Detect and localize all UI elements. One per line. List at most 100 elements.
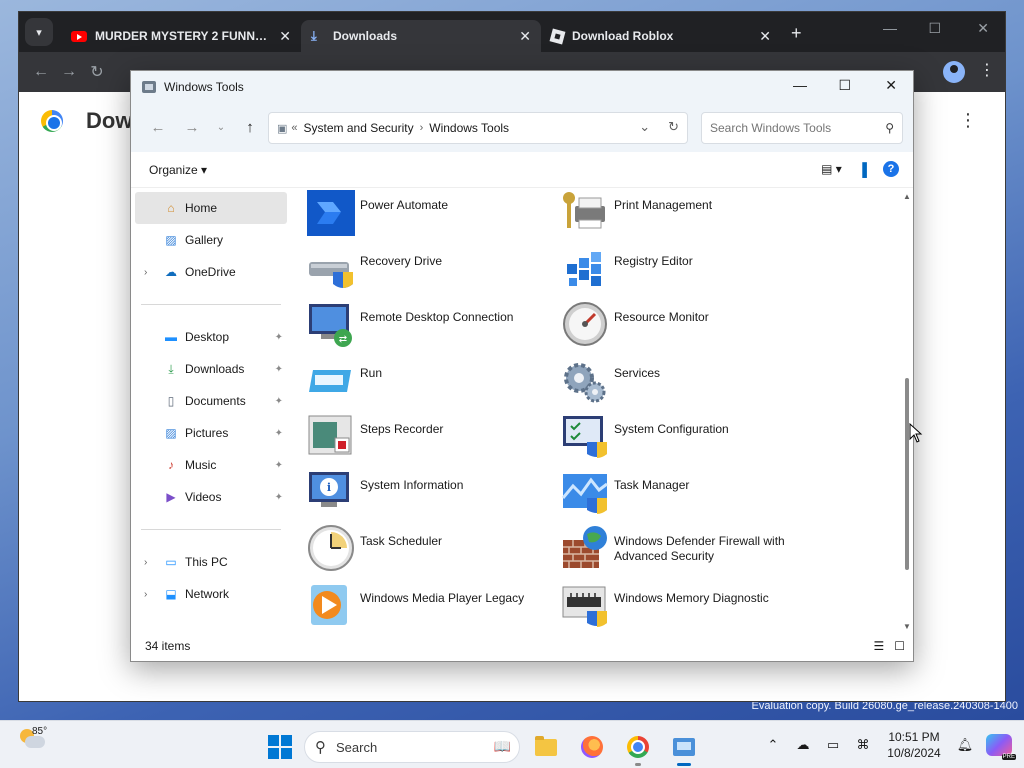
expand-chevron-icon[interactable]: › <box>144 267 147 278</box>
item-label: Services <box>614 366 661 380</box>
reload-icon[interactable]: ↻ <box>83 62 111 82</box>
view-options-icon[interactable]: ▤ ▾ <box>821 162 842 176</box>
sidebar-item-label: Documents <box>185 394 246 408</box>
sidebar-item-downloads[interactable]: ⤓ Downloads ✦ <box>131 353 291 385</box>
details-view-icon[interactable]: ☰ <box>873 639 884 653</box>
tab-downloads[interactable]: ⤓ Downloads ✕ <box>301 20 541 52</box>
weather-widget[interactable]: 85° <box>20 726 47 751</box>
tab-murder-mystery[interactable]: MURDER MYSTERY 2 FUNNY M ✕ <box>61 20 301 52</box>
language-icon[interactable]: ⌘ <box>848 737 878 753</box>
copilot-icon[interactable] <box>986 734 1016 760</box>
show-hidden-icons-chevron-icon[interactable]: ⌃ <box>758 737 788 753</box>
scrollbar-thumb[interactable] <box>905 378 909 570</box>
firefox-taskbar-button[interactable] <box>572 727 612 767</box>
windows-tools-taskbar-button[interactable] <box>664 727 704 767</box>
scroll-down-arrow-icon[interactable]: ▼ <box>903 622 911 631</box>
item-count: 34 items <box>145 639 191 653</box>
search-input[interactable] <box>710 121 886 135</box>
recent-locations-chevron-icon[interactable]: ⌄ <box>209 122 233 133</box>
close-icon[interactable]: ✕ <box>885 77 897 94</box>
sidebar-item-label: OneDrive <box>185 265 236 279</box>
power-automate-icon <box>307 190 355 236</box>
svg-text:⇄: ⇄ <box>339 334 347 345</box>
list-item[interactable]: Registry Editor <box>561 244 811 296</box>
up-arrow-icon[interactable]: ↑ <box>233 119 267 136</box>
list-item[interactable]: Steps Recorder <box>307 412 557 464</box>
vertical-scrollbar[interactable]: ▲ ▼ <box>901 188 913 631</box>
more-icon[interactable]: ⋮ <box>979 60 995 80</box>
maximize-icon[interactable]: ☐ <box>928 20 941 37</box>
start-windows-icon[interactable] <box>262 729 298 765</box>
list-item[interactable]: Services <box>561 356 811 408</box>
sidebar-item-this-pc[interactable]: › ▭ This PC <box>131 546 291 578</box>
chrome-taskbar-button[interactable] <box>618 727 658 767</box>
back-arrow-icon[interactable]: ← <box>27 63 55 81</box>
sidebar-item-videos[interactable]: ▶ Videos ✦ <box>131 481 291 513</box>
list-item[interactable]: Recovery Drive <box>307 244 557 296</box>
address-overflow[interactable]: « <box>291 122 297 134</box>
network-icon[interactable]: ▭ <box>818 737 848 753</box>
forward-arrow-icon[interactable]: → <box>175 119 209 136</box>
expand-chevron-icon[interactable]: › <box>144 589 147 600</box>
help-icon[interactable]: ? <box>883 161 899 177</box>
close-icon[interactable]: ✕ <box>977 20 989 37</box>
sidebar-item-gallery[interactable]: ▨ Gallery <box>131 224 291 256</box>
sidebar-item-music[interactable]: ♪ Music ✦ <box>131 449 291 481</box>
download-favicon-icon: ⤓ <box>311 28 317 43</box>
address-dropdown-chevron-icon[interactable]: ⌄ <box>639 119 650 135</box>
list-item[interactable]: ⇄ Remote Desktop Connection <box>307 300 557 352</box>
expand-chevron-icon[interactable]: › <box>144 557 147 568</box>
file-explorer-taskbar-button[interactable] <box>526 727 566 767</box>
windows-tools-icon <box>673 738 695 756</box>
notification-bell-icon[interactable]: 🔔︎ <box>950 737 980 753</box>
list-item[interactable]: Windows Defender Firewall with Advanced … <box>561 524 811 576</box>
maximize-icon[interactable]: ☐ <box>838 77 851 94</box>
back-arrow-icon[interactable]: ← <box>141 119 175 136</box>
list-item[interactable]: Run <box>307 356 557 408</box>
sidebar-item-pictures[interactable]: ▨ Pictures ✦ <box>131 417 291 449</box>
sidebar-item-documents[interactable]: ▯ Documents ✦ <box>131 385 291 417</box>
minimize-icon[interactable]: — <box>793 77 807 93</box>
list-item[interactable]: Task Scheduler <box>307 524 557 576</box>
organize-menu-button[interactable]: Organize ▾ <box>149 163 207 177</box>
address-bar[interactable]: ▣ « System and Security › Windows Tools … <box>268 112 688 144</box>
sidebar-item-network[interactable]: › ⬓ Network <box>131 578 291 610</box>
breadcrumb-system-and-security[interactable]: System and Security <box>304 121 414 135</box>
minimize-icon[interactable]: — <box>883 20 897 36</box>
forward-arrow-icon[interactable]: → <box>55 63 83 81</box>
taskbar-search-box[interactable]: ⚲ Search 📖 <box>304 731 520 763</box>
list-item[interactable]: Resource Monitor <box>561 300 811 352</box>
list-item[interactable]: i System Information <box>307 468 557 520</box>
sidebar-item-desktop[interactable]: ▬ Desktop ✦ <box>131 321 291 353</box>
tab-close-icon[interactable]: ✕ <box>279 28 291 45</box>
list-item[interactable]: Windows Media Player Legacy <box>307 581 557 631</box>
sidebar-item-onedrive[interactable]: › ☁ OneDrive <box>131 256 291 288</box>
preview-pane-icon[interactable]: ▐ <box>858 162 867 177</box>
tab-search-button[interactable]: ▾ <box>25 18 53 46</box>
page-menu-icon[interactable]: ⋮ <box>959 110 977 131</box>
item-label: Recovery Drive <box>360 254 443 268</box>
scroll-up-arrow-icon[interactable]: ▲ <box>903 192 911 201</box>
tab-download-roblox[interactable]: Download Roblox ✕ <box>541 20 781 52</box>
onedrive-offline-icon[interactable]: ☁ <box>788 737 818 753</box>
gallery-icon: ▨ <box>165 233 177 247</box>
tab-close-icon[interactable]: ✕ <box>759 28 771 45</box>
pictures-folder-icon: ▨ <box>165 426 177 440</box>
breadcrumb-windows-tools[interactable]: Windows Tools <box>429 121 509 135</box>
refresh-icon[interactable]: ↻ <box>668 119 679 135</box>
new-tab-plus-icon[interactable]: + <box>791 23 802 44</box>
sidebar-item-home[interactable]: ⌂ Home <box>135 192 287 224</box>
item-label: Run <box>360 366 383 380</box>
list-item[interactable]: Task Manager <box>561 468 811 520</box>
services-gears-icon <box>564 363 606 403</box>
windows-tools-icon <box>142 80 156 93</box>
list-item[interactable]: Windows Memory Diagnostic <box>561 581 811 631</box>
list-item[interactable]: System Configuration <box>561 412 811 464</box>
clock[interactable]: 10:51 PM 10/8/2024 <box>882 729 946 761</box>
large-icons-view-icon[interactable]: ☐ <box>894 639 905 653</box>
list-item[interactable]: Power Automate <box>307 188 557 240</box>
tab-close-icon[interactable]: ✕ <box>519 28 531 45</box>
list-item[interactable]: Print Management <box>561 188 811 240</box>
search-box[interactable]: ⚲ <box>701 112 903 144</box>
profile-avatar-icon[interactable] <box>943 61 965 83</box>
